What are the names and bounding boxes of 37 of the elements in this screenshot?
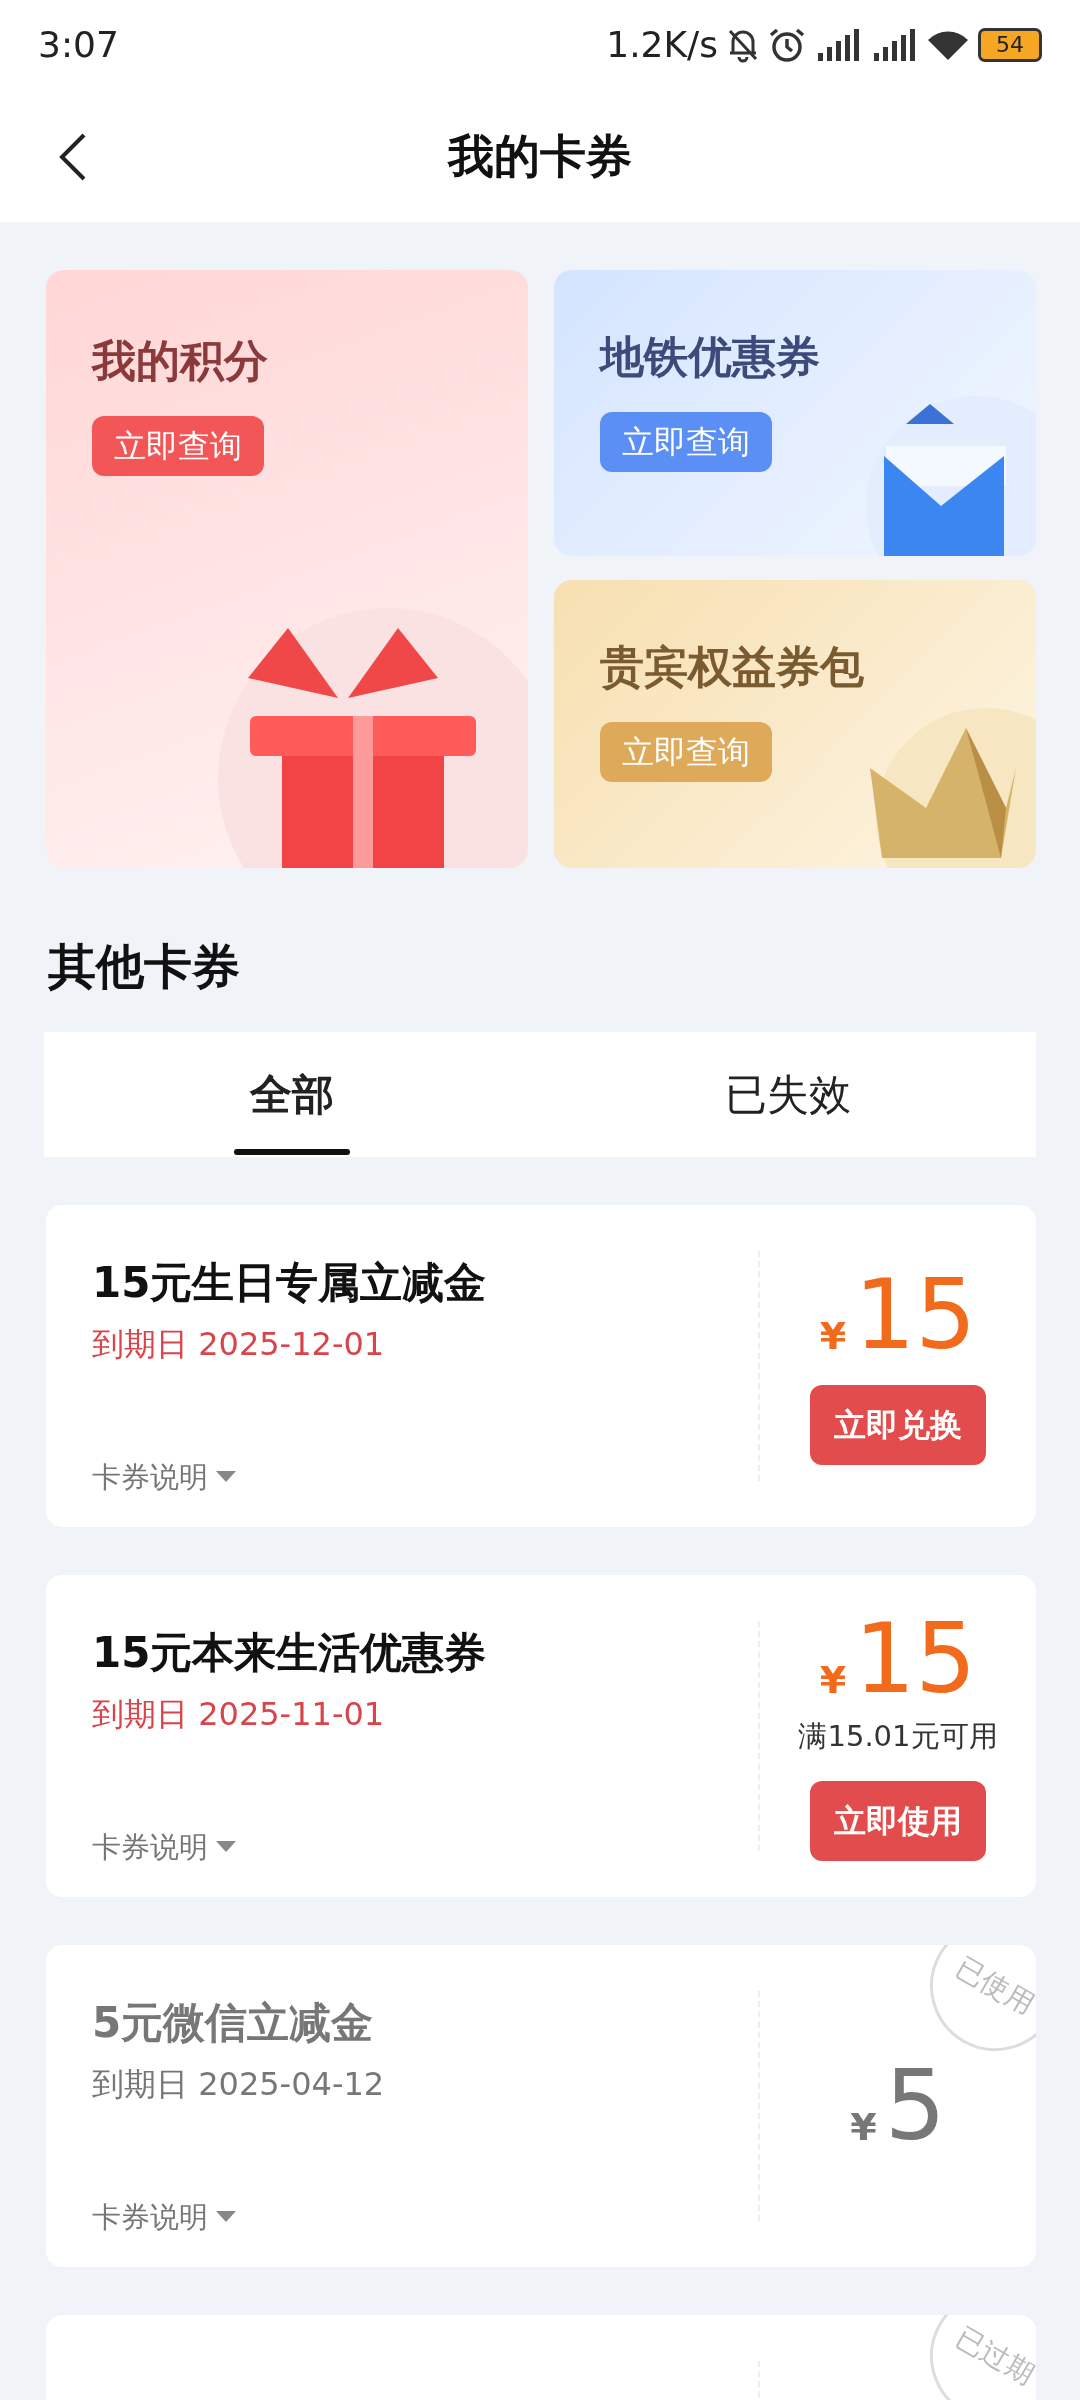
- caret-icon: [216, 1471, 236, 1484]
- usage-condition: 满15.01元可用: [798, 1718, 998, 1756]
- promo-card[interactable]: 我的积分 立即查询: [46, 270, 528, 868]
- currency-symbol: ¥: [819, 1661, 847, 1705]
- currency-symbol: ¥: [819, 1317, 847, 1360]
- query-button[interactable]: 立即查询: [92, 416, 264, 476]
- caret-icon: [216, 1841, 236, 1854]
- tab[interactable]: 已失效: [540, 1032, 1036, 1157]
- details-toggle[interactable]: 卡券说明: [92, 1455, 236, 1499]
- redeem-button[interactable]: 立即使用: [810, 1780, 986, 1861]
- currency-symbol: ¥: [850, 2108, 877, 2151]
- alarm-icon: [768, 27, 806, 63]
- promo-card[interactable]: 地铁优惠券 立即查询: [554, 270, 1036, 556]
- query-button[interactable]: 立即查询: [600, 412, 772, 472]
- expiry-date: 到期日 2025-04-12: [92, 2064, 386, 2105]
- expiry-date: 到期日 2025-11-01: [92, 1694, 386, 1735]
- coupon-title: 15元生日专属立减金: [92, 1257, 488, 1309]
- section-title: 其他卡券: [47, 937, 241, 996]
- card-title: 地铁优惠券: [600, 330, 821, 384]
- coupon-amount: 15: [854, 1611, 977, 1708]
- promo-card[interactable]: 贵宾权益券包 立即查询: [554, 580, 1036, 868]
- network-speed: 1.2K/s: [606, 23, 718, 67]
- expiry-date: 到期日 2025-12-01: [92, 1324, 386, 1365]
- coupon-title: 15元本来生活优惠券: [92, 1627, 488, 1679]
- page-title: 我的卡券: [448, 127, 632, 185]
- coupon-amount: 5: [884, 2058, 946, 2154]
- caret-icon: [216, 2211, 236, 2224]
- battery-level: 54: [978, 28, 1042, 62]
- coupon-amount: 15: [854, 1267, 977, 1363]
- redeem-button[interactable]: 立即兑换: [810, 1385, 986, 1465]
- status-time: 3:07: [38, 23, 119, 67]
- coupon-title: 5元微信立减金: [92, 1997, 375, 2049]
- mute-icon: [726, 27, 760, 63]
- tab[interactable]: 全部: [44, 1032, 540, 1157]
- card-title: 贵宾权益券包: [600, 640, 865, 694]
- card-title: 我的积分: [92, 334, 269, 388]
- details-toggle[interactable]: 卡券说明: [92, 1825, 236, 1869]
